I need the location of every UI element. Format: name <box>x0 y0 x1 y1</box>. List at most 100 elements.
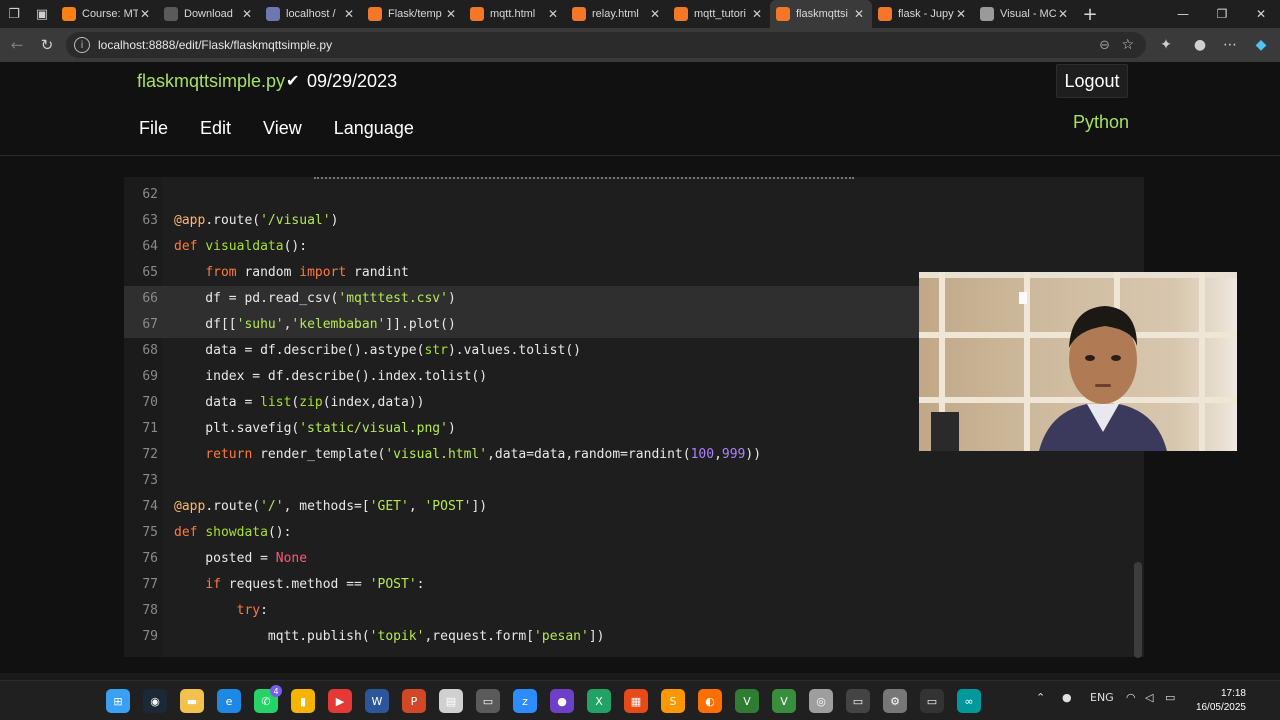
browser-tab[interactable]: Flask/temp ✕ <box>362 0 464 28</box>
code-text[interactable]: data = list(zip(index,data)) <box>174 390 424 416</box>
vim2-icon[interactable]: V <box>772 689 796 713</box>
code-text[interactable]: @app.route('/', methods=['GET', 'POST']) <box>174 494 487 520</box>
code-text[interactable]: return render_template('visual.html',dat… <box>174 442 761 468</box>
explorer-icon[interactable]: ▬ <box>180 689 204 713</box>
code-line[interactable]: 74 @app.route('/', methods=['GET', 'POST'… <box>124 494 1144 520</box>
media-icon[interactable]: ▶ <box>328 689 352 713</box>
editor-scrollbar[interactable] <box>1134 562 1142 658</box>
vim-icon[interactable]: V <box>735 689 759 713</box>
browser-tab[interactable]: flaskmqttsi ✕ <box>770 0 872 28</box>
logout-button[interactable]: Logout <box>1056 64 1128 98</box>
arduino-icon[interactable]: ∞ <box>957 689 981 713</box>
chrome-icon[interactable]: ◎ <box>809 689 833 713</box>
terminal-icon[interactable]: ▭ <box>476 689 500 713</box>
wifi-icon[interactable]: ◠ <box>1126 691 1136 704</box>
favorite-star-icon[interactable]: ☆ <box>1121 37 1134 53</box>
document-icon[interactable]: ▤ <box>439 689 463 713</box>
code-line[interactable]: 73 <box>124 468 1144 494</box>
start-icon[interactable]: ⊞ <box>106 689 130 713</box>
code-line[interactable]: 78 try: <box>124 598 1144 624</box>
reload-button[interactable]: ↻ <box>32 30 62 60</box>
code-text[interactable]: df = pd.read_csv('mqtttest.csv') <box>174 286 455 312</box>
calculator-icon[interactable]: ▦ <box>624 689 648 713</box>
zoom-icon[interactable]: ⊖ <box>1099 38 1110 53</box>
url-bar[interactable]: i localhost:8888/edit/Flask/flaskmqttsim… <box>66 32 1146 58</box>
browser-tab[interactable]: localhost / ✕ <box>260 0 362 28</box>
new-tab-button[interactable]: + <box>1076 0 1104 28</box>
code-text[interactable]: data = df.describe().astype(str).values.… <box>174 338 581 364</box>
sublime-icon[interactable]: S <box>661 689 685 713</box>
close-tab-icon[interactable]: ✕ <box>444 7 458 21</box>
github-icon[interactable]: ● <box>550 689 574 713</box>
menu-view[interactable]: View <box>263 118 302 139</box>
close-tab-icon[interactable]: ✕ <box>240 7 254 21</box>
code-line[interactable]: 75 def showdata(): <box>124 520 1144 546</box>
close-tab-icon[interactable]: ✕ <box>546 7 560 21</box>
tray-chevron-icon[interactable]: ⌃ <box>1036 691 1045 704</box>
edge-icon[interactable]: e <box>217 689 241 713</box>
close-tab-icon[interactable]: ✕ <box>138 7 152 21</box>
code-text[interactable]: posted = None <box>174 546 307 572</box>
extensions-icon[interactable]: ✦ <box>1153 32 1179 58</box>
code-text[interactable]: if request.method == 'POST': <box>174 572 424 598</box>
browser-tab[interactable]: flask - Jupy ✕ <box>872 0 974 28</box>
code-line[interactable]: 64 def visualdata(): <box>124 234 1144 260</box>
files-icon[interactable]: ▮ <box>291 689 315 713</box>
taskbar-clock[interactable]: 17:18 16/05/2025 <box>1190 687 1246 715</box>
code-text[interactable]: index = df.describe().index.tolist() <box>174 364 487 390</box>
blender-icon[interactable]: ◐ <box>698 689 722 713</box>
zoom-icon[interactable]: z <box>513 689 537 713</box>
close-tab-icon[interactable]: ✕ <box>852 7 866 21</box>
menu-edit[interactable]: Edit <box>200 118 231 139</box>
close-tab-icon[interactable]: ✕ <box>750 7 764 21</box>
tab-actions-icon[interactable]: ▣ <box>28 0 56 28</box>
microphone-icon[interactable]: ● <box>1062 691 1072 704</box>
menu-language[interactable]: Language <box>334 118 414 139</box>
close-tab-icon[interactable]: ✕ <box>648 7 662 21</box>
code-text[interactable]: def visualdata(): <box>174 234 307 260</box>
powerpoint-icon[interactable]: P <box>402 689 426 713</box>
close-tab-icon[interactable]: ✕ <box>342 7 356 21</box>
code-text[interactable]: df[['suhu','kelembaban']].plot() <box>174 312 456 338</box>
console-icon[interactable]: ▭ <box>920 689 944 713</box>
minimize-button[interactable]: — <box>1164 0 1202 28</box>
filename[interactable]: flaskmqttsimple.py <box>137 71 285 92</box>
profile-icon[interactable]: ● <box>1187 32 1213 58</box>
maximize-button[interactable]: ❐ <box>1203 0 1241 28</box>
word-icon[interactable]: W <box>365 689 389 713</box>
language-indicator[interactable]: Python <box>1073 112 1129 133</box>
browser-tab[interactable]: Course: MT ✕ <box>56 0 158 28</box>
code-line[interactable]: 76 posted = None <box>124 546 1144 572</box>
code-text[interactable]: plt.savefig('static/visual.png') <box>174 416 455 442</box>
code-line[interactable]: 79 mqtt.publish('topik',request.form['pe… <box>124 624 1144 650</box>
settings-icon[interactable]: ⚙ <box>883 689 907 713</box>
code-text[interactable]: from random import randint <box>174 260 409 286</box>
code-text[interactable]: try: <box>174 598 268 624</box>
code-line[interactable]: 63 @app.route('/visual') <box>124 208 1144 234</box>
code-text[interactable]: @app.route('/visual') <box>174 208 338 234</box>
close-tab-icon[interactable]: ✕ <box>954 7 968 21</box>
more-menu-icon[interactable]: ⋯ <box>1217 32 1243 58</box>
volume-icon[interactable]: ◁ <box>1145 691 1153 704</box>
menu-file[interactable]: File <box>139 118 168 139</box>
site-info-icon[interactable]: i <box>74 37 90 53</box>
browser-tab[interactable]: Download ✕ <box>158 0 260 28</box>
code-text[interactable]: mqtt.publish('topik',request.form['pesan… <box>174 624 605 650</box>
browser-tab[interactable]: Visual - MC ✕ <box>974 0 1076 28</box>
code-line[interactable]: 77 if request.method == 'POST': <box>124 572 1144 598</box>
browser-tab[interactable]: mqtt.html ✕ <box>464 0 566 28</box>
excel-icon[interactable]: X <box>587 689 611 713</box>
code-line[interactable]: 62 <box>124 182 1144 208</box>
close-window-button[interactable]: ✕ <box>1242 0 1280 28</box>
url-text[interactable]: localhost:8888/edit/Flask/flaskmqttsimpl… <box>98 38 332 52</box>
copilot-icon[interactable]: ◆ <box>1248 32 1274 58</box>
browser-tab[interactable]: mqtt_tutori ✕ <box>668 0 770 28</box>
browser-tab[interactable]: relay.html ✕ <box>566 0 668 28</box>
battery-icon[interactable]: ▭ <box>1165 691 1175 704</box>
tray-language[interactable]: ENG <box>1090 691 1114 704</box>
code-text[interactable]: def showdata(): <box>174 520 291 546</box>
close-tab-icon[interactable]: ✕ <box>1056 7 1070 21</box>
back-button[interactable]: ← <box>2 30 32 60</box>
cmd-icon[interactable]: ▭ <box>846 689 870 713</box>
workspaces-icon[interactable]: ❐ <box>0 0 28 28</box>
